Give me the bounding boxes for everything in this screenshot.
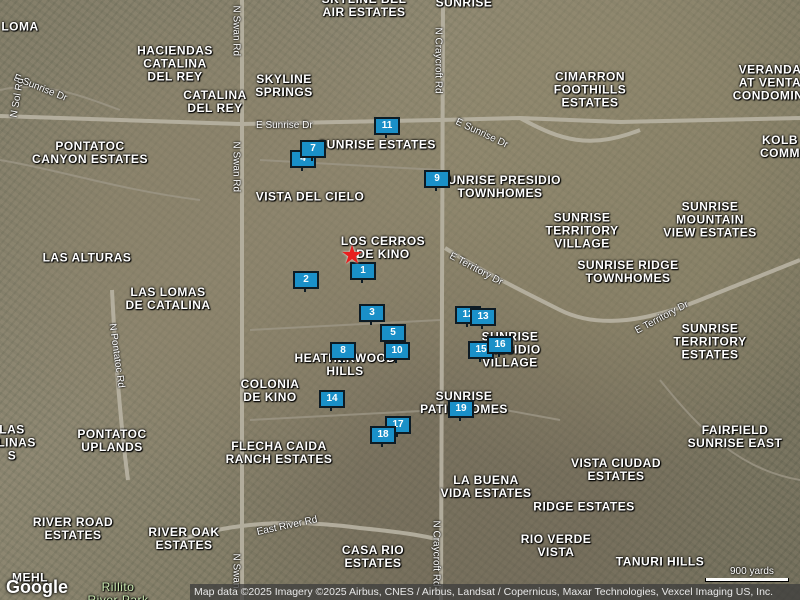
- area-label-loma: LOMA: [1, 19, 39, 34]
- map-marker-18[interactable]: 18: [370, 426, 396, 447]
- area-label-casa-rio: CASA RIO ESTATES: [341, 543, 405, 570]
- marker-pin: [361, 278, 363, 283]
- marker-number: 14: [319, 390, 345, 408]
- area-label-skyline-springs: SKYLINE SPRINGS: [255, 72, 313, 99]
- marker-number: 9: [424, 170, 450, 188]
- area-label-sunrise-territory-estates: SUNRISE TERRITORY ESTATES: [673, 321, 747, 362]
- map-marker-11[interactable]: 11: [374, 117, 400, 138]
- area-label-veranda: VERANDA AT VENTA CONDOMINI: [732, 62, 800, 103]
- map-marker-14[interactable]: 14: [319, 390, 345, 411]
- area-label-sunrise-territory-village: SUNRISE TERRITORY VILLAGE: [545, 210, 619, 251]
- map-marker-7[interactable]: 7: [300, 140, 326, 161]
- area-label-la-buena: LA BUENA VIDA ESTATES: [440, 473, 532, 500]
- marker-number: 3: [359, 304, 385, 322]
- marker-pin: [370, 320, 372, 325]
- marker-pin: [330, 406, 332, 411]
- marker-number: 10: [384, 342, 410, 360]
- area-label-sunrise-presidio-th: SUNRISE PRESIDIO TOWNHOMES: [438, 173, 562, 200]
- area-label-kolb: KOLB COMM: [760, 133, 800, 160]
- map-marker-9[interactable]: 9: [424, 170, 450, 191]
- area-label-rio-verde: RIO VERDE VISTA: [520, 532, 592, 559]
- marker-pin: [304, 287, 306, 292]
- marker-pin: [466, 322, 468, 327]
- area-label-las-alinas: LAS ALINAS S: [0, 422, 36, 463]
- map-marker-13[interactable]: 13: [470, 308, 496, 329]
- marker-number: 2: [293, 271, 319, 289]
- marker-pin: [396, 432, 398, 437]
- area-label-ridge: RIDGE ESTATES: [533, 499, 635, 514]
- marker-pin: [481, 324, 483, 329]
- marker-pin: [311, 156, 313, 161]
- map-attribution: Map data ©2025 Imagery ©2025 Airbus, CNE…: [190, 584, 800, 600]
- marker-pin: [498, 352, 500, 357]
- marker-pin: [479, 357, 481, 362]
- marker-number: 16: [487, 336, 513, 354]
- marker-number: 7: [300, 140, 326, 158]
- area-label-sunrise-ridge-th: SUNRISE RIDGE TOWNHOMES: [577, 258, 679, 285]
- area-label-skyline-bel-air: SKYLINE BEL AIR ESTATES: [322, 0, 406, 19]
- marker-pin: [395, 358, 397, 363]
- area-label-vista-del-cielo: VISTA DEL CIELO: [255, 189, 365, 204]
- area-label-pontatoc-canyon: PONTATOC CANYON ESTATES: [32, 139, 148, 166]
- area-label-las-alturas: LAS ALTURAS: [42, 250, 132, 265]
- marker-pin: [385, 133, 387, 138]
- map-marker-5[interactable]: 5: [380, 324, 406, 345]
- area-label-sunrise-estates: SUNRISE ESTATES: [318, 137, 436, 152]
- area-label-cimarron: CIMARRON FOOTHILLS ESTATES: [553, 69, 627, 110]
- marker-pin: [341, 358, 343, 363]
- area-label-sunrise-mountain-view: SUNRISE MOUNTAIN VIEW ESTATES: [663, 199, 757, 240]
- marker-number: 13: [470, 308, 496, 326]
- road-label-craycroft-south: N Craycroft Rd: [430, 520, 442, 587]
- marker-pin: [301, 166, 303, 171]
- area-label-las-lomas: LAS LOMAS DE CATALINA: [125, 285, 211, 312]
- area-label-river-road: RIVER ROAD ESTATES: [32, 515, 114, 542]
- scale-label: 900 yards: [730, 566, 774, 577]
- road-network: [0, 0, 800, 600]
- satellite-map[interactable]: LOMA SKYLINE BEL AIR ESTATES SUNRISE HAC…: [0, 0, 800, 600]
- area-label-flecha: FLECHA CAIDA RANCH ESTATES: [225, 439, 333, 466]
- marker-pin: [459, 416, 461, 421]
- area-label-pontatoc-uplands: PONTATOC UPLANDS: [77, 427, 147, 454]
- map-marker-3[interactable]: 3: [359, 304, 385, 325]
- marker-number: 5: [380, 324, 406, 342]
- area-label-tanuri: TANURI HILLS: [615, 554, 705, 569]
- road-label-swan-mid: N Swan Rd: [230, 141, 242, 193]
- marker-number: 19: [448, 400, 474, 418]
- marker-number: 11: [374, 117, 400, 135]
- marker-pin: [435, 186, 437, 191]
- area-label-sunrise-top: SUNRISE: [435, 0, 493, 10]
- star-location-icon[interactable]: ★: [340, 240, 363, 271]
- area-label-rillito: Rillito River Park: [87, 580, 149, 600]
- area-label-fairfield: FAIRFIELD SUNRISE EAST: [687, 423, 783, 450]
- marker-pin: [381, 442, 383, 447]
- road-label-swan-north: N Swan Rd: [230, 5, 242, 57]
- map-marker-16[interactable]: 16: [487, 336, 513, 357]
- area-label-river-oak: RIVER OAK ESTATES: [148, 525, 220, 552]
- google-logo: Google: [6, 577, 68, 597]
- marker-number: 18: [370, 426, 396, 444]
- map-marker-8[interactable]: 8: [330, 342, 356, 363]
- map-marker-2[interactable]: 2: [293, 271, 319, 292]
- road-label-sunrise-mid: E Sunrise Dr: [256, 120, 313, 131]
- sunrise-drive: [0, 114, 800, 127]
- area-label-vista-ciudad: VISTA CIUDAD ESTATES: [571, 456, 661, 483]
- road-label-craycroft-north: N Craycroft Rd: [432, 27, 444, 94]
- map-marker-19[interactable]: 19: [448, 400, 474, 421]
- marker-number: 8: [330, 342, 356, 360]
- area-label-colonia: COLONIA DE KINO: [240, 377, 300, 404]
- area-label-haciendas: HACIENDAS CATALINA DEL REY: [137, 43, 213, 84]
- map-marker-10[interactable]: 10: [384, 342, 410, 363]
- scale-bar: [705, 578, 789, 582]
- area-label-catalina-del-rey: CATALINA DEL REY: [183, 88, 247, 115]
